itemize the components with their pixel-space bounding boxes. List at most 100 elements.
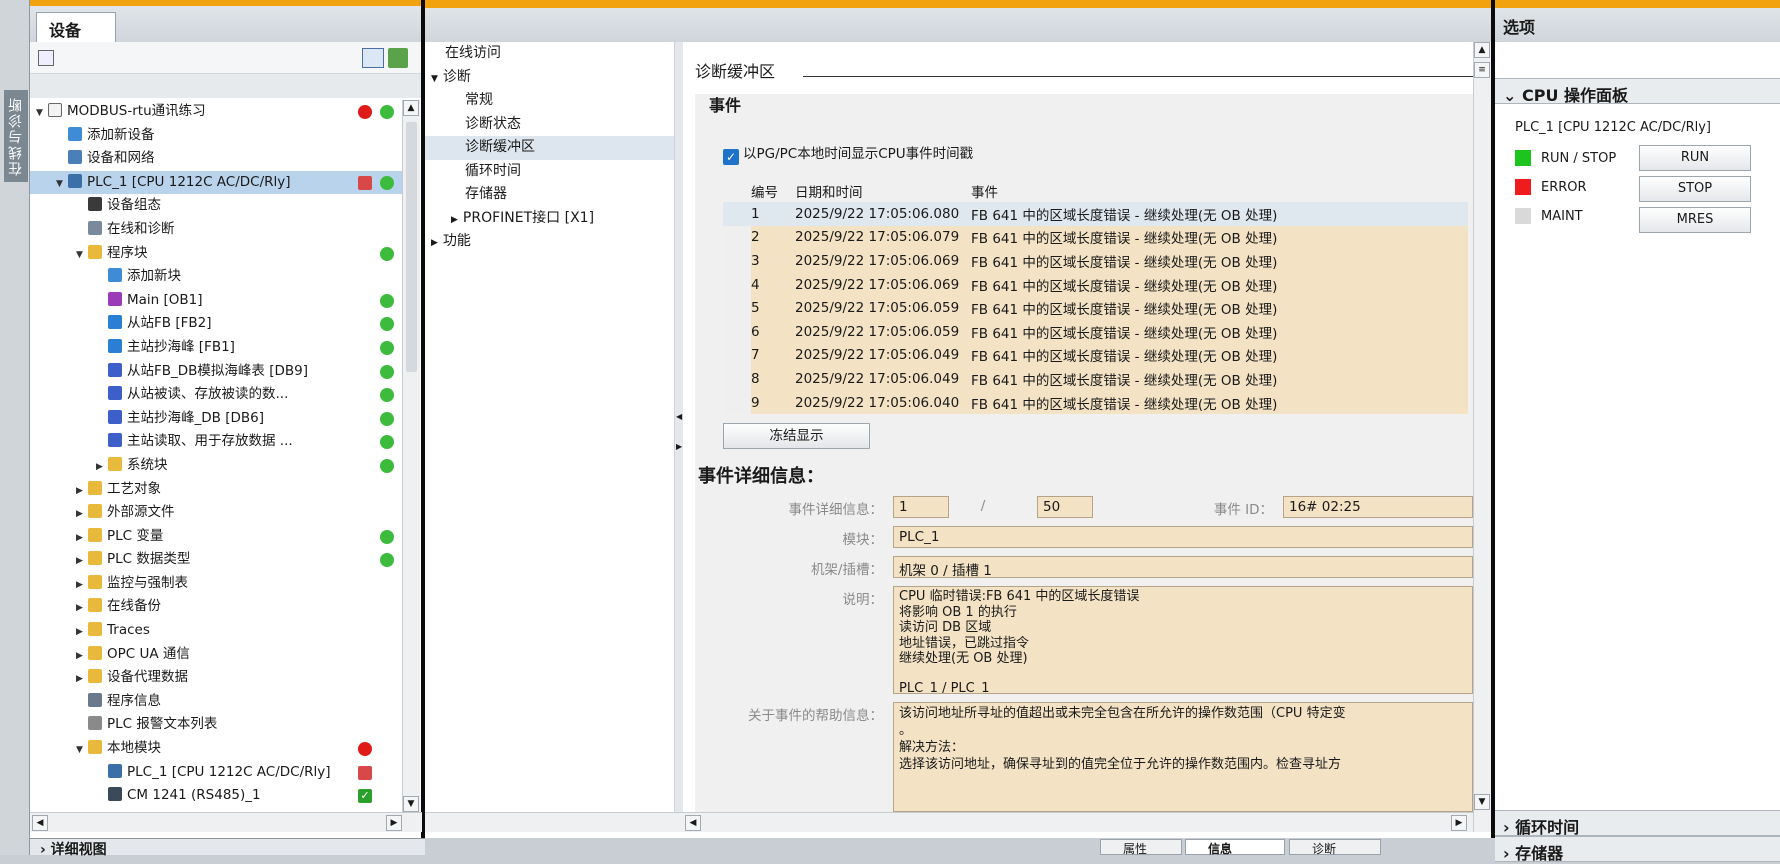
- row-selector[interactable]: [723, 319, 751, 344]
- scroll-left-icon[interactable]: ◀: [685, 815, 701, 831]
- tree-item[interactable]: 主站抄海峰 [FB1]: [30, 336, 410, 360]
- expand-down-icon[interactable]: ▼: [76, 244, 88, 268]
- mres-button[interactable]: MRES: [1639, 207, 1751, 233]
- scroll-down-icon[interactable]: ▼: [1474, 794, 1490, 810]
- expand-right-icon[interactable]: ▶: [451, 215, 458, 225]
- tree-item[interactable]: ▶ 在线备份: [30, 595, 410, 619]
- nav-item[interactable]: ▶ PROFINET接口 [X1]: [425, 207, 674, 231]
- content-hscrollbar[interactable]: ◀ ▶: [425, 812, 1473, 832]
- online-diagnostics-sidetab[interactable]: 在线与诊断: [0, 0, 30, 855]
- event-row[interactable]: 2 2025/9/22 17:05:06.079 FB 641 中的区域长度错误 -…: [723, 225, 1468, 250]
- tree-item[interactable]: 添加新设备: [30, 124, 410, 148]
- nav-item[interactable]: ▶ 功能: [425, 230, 674, 254]
- nav-item[interactable]: 诊断状态: [425, 113, 674, 137]
- properties-tab[interactable]: 属性: [1100, 839, 1182, 856]
- tree-item[interactable]: ▼ 程序块: [30, 242, 410, 266]
- expand-down-icon[interactable]: ▼: [56, 173, 68, 197]
- expand-right-icon[interactable]: ▶: [76, 503, 88, 527]
- tree-item[interactable]: ▼ PLC_1 [CPU 1212C AC/DC/Rly]: [30, 170, 410, 197]
- tree-item[interactable]: ▼ 本地模块: [30, 737, 410, 761]
- nav-item[interactable]: 循环时间: [425, 160, 674, 184]
- expand-down-icon[interactable]: ▼: [431, 74, 438, 84]
- tree-item[interactable]: 从站FB_DB模拟海峰表 [DB9]: [30, 360, 410, 384]
- overview-icon[interactable]: [38, 50, 54, 66]
- tree-item[interactable]: ▶ 监控与强制表: [30, 572, 410, 596]
- scroll-up-icon[interactable]: ▲: [403, 100, 419, 116]
- expand-right-icon[interactable]: ▶: [676, 442, 682, 451]
- event-row[interactable]: 7 2025/9/22 17:05:06.049 FB 641 中的区域长度错误 -…: [723, 343, 1468, 368]
- tree-item[interactable]: ▶ OPC UA 通信: [30, 643, 410, 667]
- list-view-icon[interactable]: [362, 48, 384, 68]
- row-selector[interactable]: [723, 367, 751, 391]
- scroll-up-icon[interactable]: ▲: [1474, 42, 1490, 58]
- tree-item[interactable]: 设备组态: [30, 194, 410, 218]
- tree-item[interactable]: ▶ 工艺对象: [30, 478, 410, 502]
- chevron-down-icon[interactable]: ⌄: [1503, 86, 1522, 105]
- tree-item[interactable]: ▶ PLC 变量: [30, 525, 410, 549]
- cycle-time-pane[interactable]: › 循环时间: [1495, 810, 1780, 837]
- event-row[interactable]: 5 2025/9/22 17:05:06.059 FB 641 中的区域长度错误 -…: [723, 296, 1468, 320]
- checkbox-checked-icon[interactable]: ✓: [723, 149, 739, 165]
- expand-right-icon[interactable]: ▶: [76, 621, 88, 645]
- scroll-menu-icon[interactable]: ≡: [1474, 62, 1490, 78]
- expand-right-icon[interactable]: ▶: [76, 550, 88, 574]
- expand-right-icon[interactable]: ▶: [76, 480, 88, 504]
- tree-item[interactable]: Main [OB1]: [30, 289, 410, 313]
- event-row[interactable]: 4 2025/9/22 17:05:06.069 FB 641 中的区域长度错误 -…: [723, 272, 1468, 297]
- chevron-right-icon[interactable]: ›: [1503, 818, 1515, 837]
- expand-right-icon[interactable]: ▶: [76, 597, 88, 621]
- expand-right-icon[interactable]: ▶: [76, 668, 88, 692]
- scroll-right-icon[interactable]: ▶: [1451, 815, 1467, 831]
- tree-item[interactable]: ▶ 系统块: [30, 454, 410, 478]
- tree-item[interactable]: 添加新块: [30, 265, 410, 289]
- freeze-display-button[interactable]: 冻结显示: [723, 423, 870, 449]
- event-row[interactable]: 9 2025/9/22 17:05:06.040 FB 641 中的区域长度错误 -…: [723, 390, 1468, 415]
- detail-info-index[interactable]: 1: [893, 496, 949, 518]
- expand-down-icon[interactable]: ▼: [76, 739, 88, 763]
- stop-button[interactable]: STOP: [1639, 176, 1751, 202]
- nav-splitter[interactable]: ◀ ▶: [675, 42, 683, 832]
- info-tab[interactable]: 信息: [1185, 839, 1285, 856]
- scroll-right-icon[interactable]: ▶: [386, 815, 402, 831]
- tree-item[interactable]: PLC 报警文本列表: [30, 713, 410, 737]
- project-tree-hscrollbar[interactable]: ◀ ▶: [30, 812, 422, 832]
- tree-item[interactable]: ▶ PLC 数据类型: [30, 548, 410, 572]
- event-row[interactable]: 8 2025/9/22 17:05:06.049 FB 641 中的区域长度错误 -…: [723, 367, 1468, 391]
- row-selector[interactable]: [723, 225, 751, 250]
- diagnostics-tab[interactable]: 诊断: [1289, 839, 1381, 856]
- devices-tab[interactable]: 设备: [36, 12, 116, 42]
- tree-item[interactable]: CM 1241 (RS485)_1 ✓: [30, 784, 410, 808]
- collapse-left-icon[interactable]: ◀: [676, 412, 682, 421]
- content-vscrollbar[interactable]: ▲ ≡ ▼: [1473, 42, 1491, 832]
- tree-item[interactable]: PLC_1 [CPU 1212C AC/DC/Rly]: [30, 761, 410, 785]
- chevron-right-icon[interactable]: ›: [1503, 844, 1515, 863]
- tree-item[interactable]: ▶ Traces: [30, 619, 410, 643]
- expand-right-icon[interactable]: ▶: [76, 645, 88, 669]
- tree-item[interactable]: 从站FB [FB2]: [30, 312, 410, 336]
- run-button[interactable]: RUN: [1639, 145, 1751, 171]
- nav-item[interactable]: 在线访问: [425, 42, 674, 66]
- row-selector[interactable]: [723, 296, 751, 320]
- tree-item[interactable]: ▶ 外部源文件: [30, 501, 410, 525]
- row-selector[interactable]: [723, 272, 751, 297]
- tree-item[interactable]: 主站读取、用于存放数据 ...: [30, 430, 410, 454]
- memory-pane[interactable]: › 存储器: [1495, 836, 1780, 863]
- tree-item[interactable]: 设备和网络: [30, 147, 410, 171]
- nav-item[interactable]: ▼ 诊断: [425, 66, 674, 90]
- row-selector[interactable]: [723, 202, 751, 226]
- tree-item[interactable]: 主站抄海峰_DB [DB6]: [30, 407, 410, 431]
- col-header-number[interactable]: 编号: [751, 180, 795, 202]
- col-header-event[interactable]: 事件: [971, 180, 1468, 202]
- tree-item[interactable]: 程序信息: [30, 690, 410, 714]
- project-tree-vscrollbar[interactable]: ▲ ▼: [402, 100, 420, 812]
- event-row[interactable]: 1 2025/9/22 17:05:06.080 FB 641 中的区域长度错误 -…: [723, 202, 1468, 226]
- sidetab-label[interactable]: 在线与诊断: [4, 90, 28, 182]
- expand-right-icon[interactable]: ▶: [96, 456, 108, 480]
- expand-down-icon[interactable]: ▼: [36, 102, 48, 126]
- local-time-checkbox[interactable]: ✓ 以PG/PC本地时间显示CPU事件时间戳: [723, 142, 973, 165]
- scroll-down-icon[interactable]: ▼: [403, 796, 419, 812]
- col-header-datetime[interactable]: 日期和时间: [795, 180, 971, 202]
- tree-item[interactable]: 从站被读、存放被读的数...: [30, 383, 410, 407]
- row-selector[interactable]: [723, 343, 751, 368]
- row-selector[interactable]: [723, 249, 751, 273]
